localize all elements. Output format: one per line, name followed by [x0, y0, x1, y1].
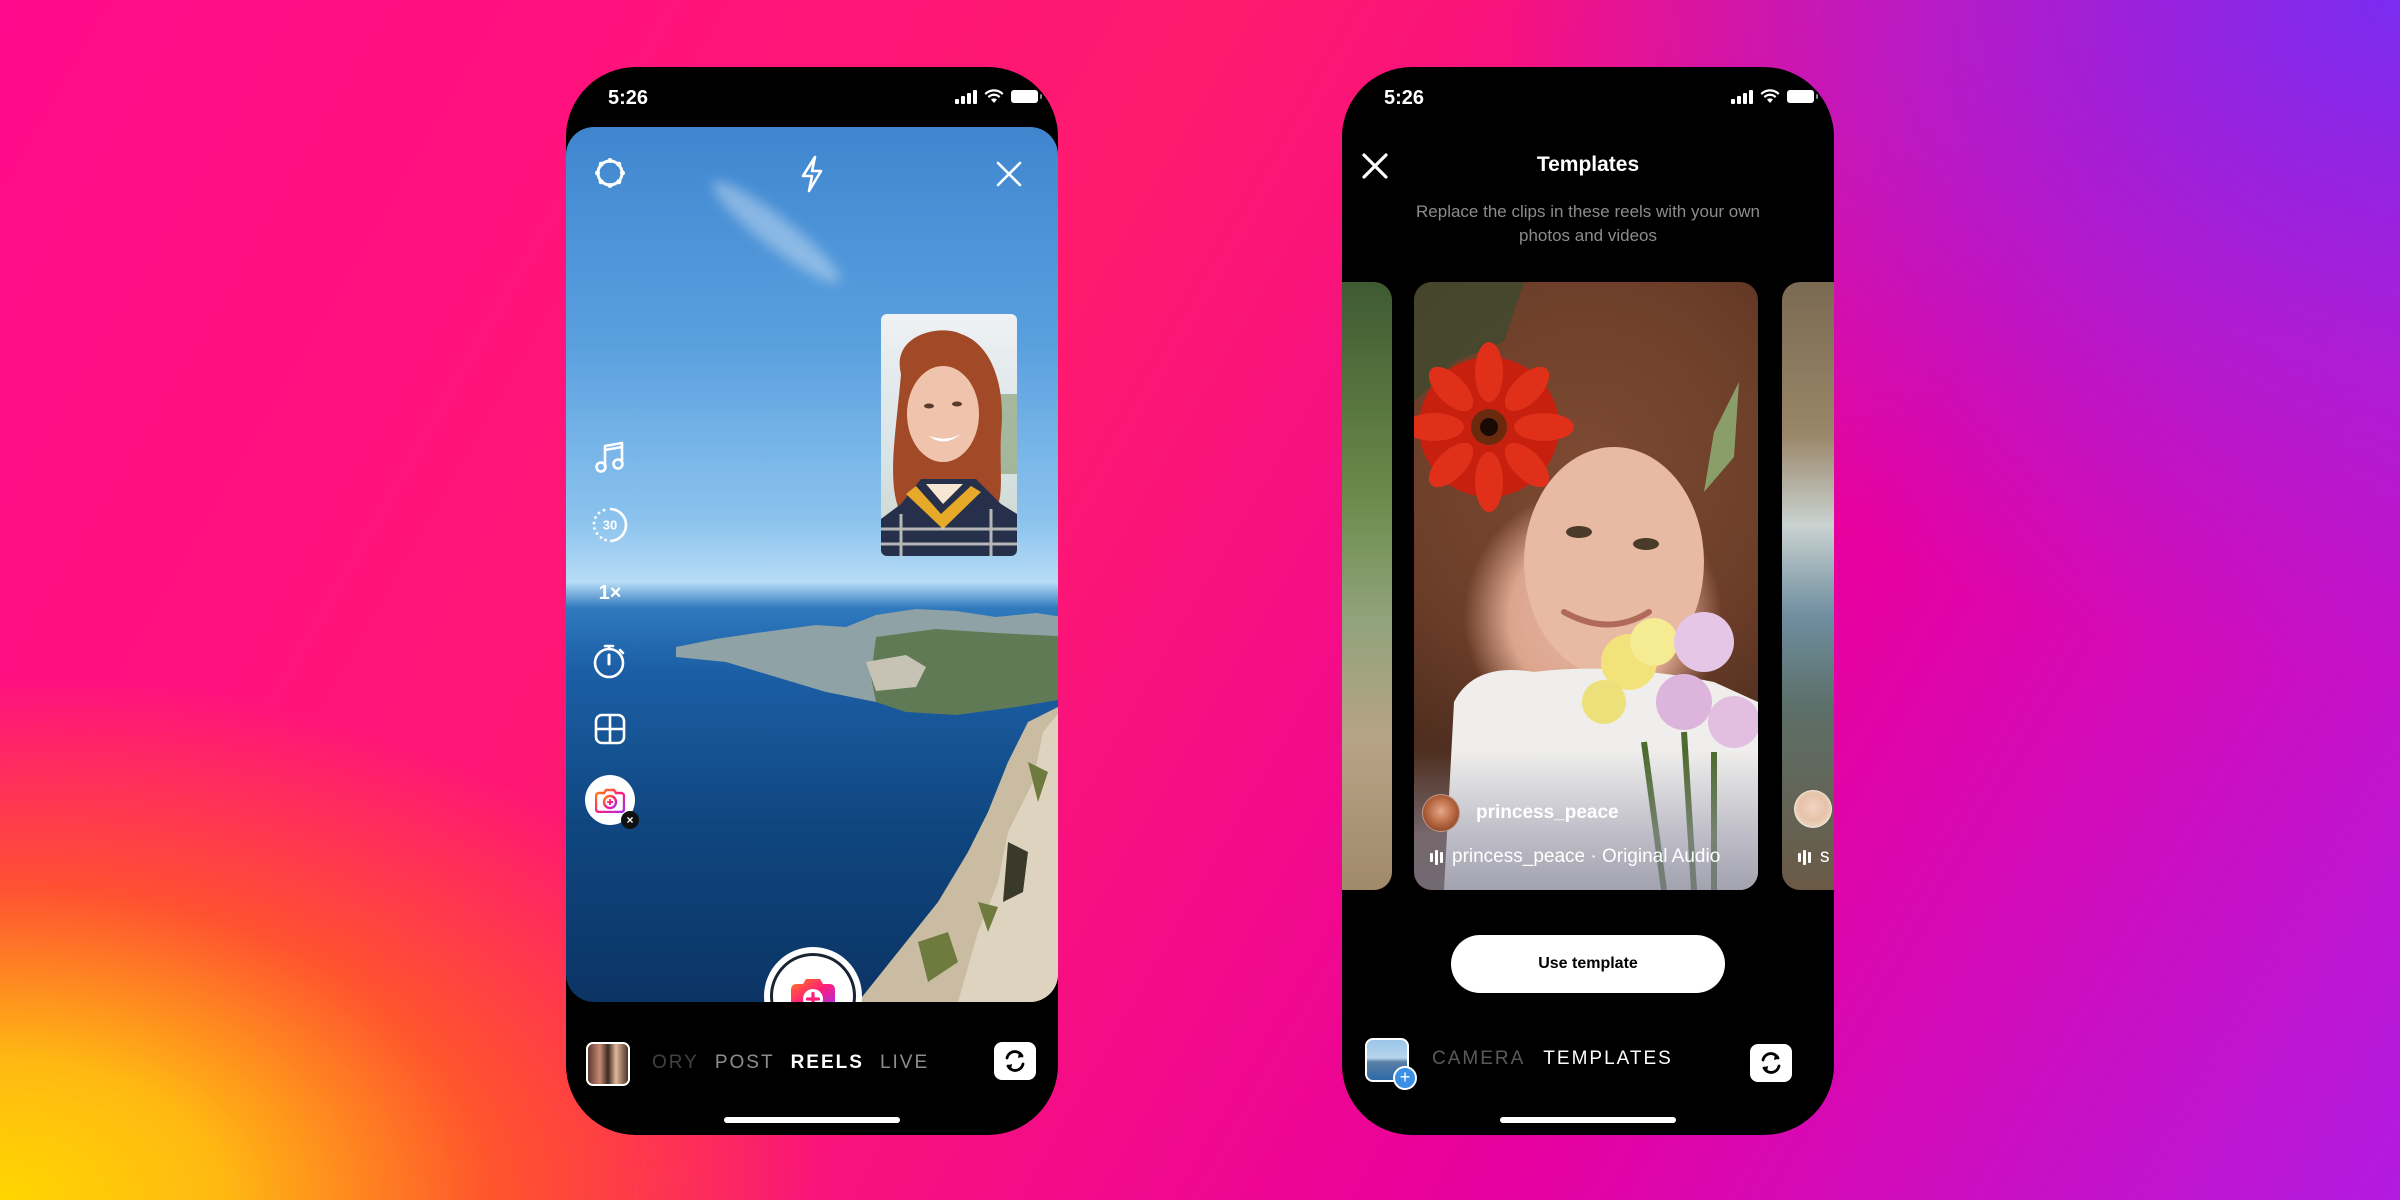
templates-phone: 5:26 Templates Replace the clips in thes… — [1342, 67, 1834, 1135]
mode-tabs: ORY POST REELS LIVE — [652, 1052, 929, 1074]
timer-tool[interactable] — [590, 641, 630, 681]
mode-tabs: CAMERA TEMPLATES — [1432, 1048, 1673, 1070]
tab-post[interactable]: POST — [715, 1052, 775, 1074]
length-tool[interactable]: 30 — [590, 505, 630, 545]
gallery-thumbnail[interactable] — [586, 1042, 630, 1086]
plus-icon: + — [1393, 1066, 1417, 1090]
tab-camera[interactable]: CAMERA — [1432, 1048, 1525, 1070]
camera-viewfinder[interactable]: 30 1× × — [566, 127, 1058, 1002]
tab-templates[interactable]: TEMPLATES — [1543, 1048, 1673, 1070]
audio-wave-icon — [1430, 849, 1443, 865]
wifi-icon — [1760, 89, 1780, 103]
audio-label: s — [1820, 846, 1830, 867]
front-camera-pip[interactable] — [881, 314, 1017, 556]
audio-wave-icon — [1798, 849, 1811, 865]
flash-icon[interactable] — [798, 155, 826, 193]
flip-camera-icon — [1005, 1050, 1025, 1072]
speed-tool[interactable]: 1× — [590, 573, 630, 613]
audio-label: princess_peace · Original Audio — [1452, 846, 1721, 867]
timer-length-icon: 30 — [592, 507, 628, 543]
use-template-button[interactable]: Use template — [1451, 935, 1725, 993]
coastline-cliffs — [676, 609, 1058, 715]
status-time: 5:26 — [608, 87, 649, 109]
signal-icon — [955, 89, 977, 104]
stopwatch-icon — [593, 644, 625, 679]
settings-gear-icon[interactable] — [592, 155, 628, 191]
dual-camera-close-badge[interactable]: × — [621, 811, 639, 829]
camera-plus-icon — [791, 979, 835, 1002]
selfie-person — [881, 330, 1017, 556]
status-bar: 5:26 — [1342, 67, 1834, 127]
home-indicator — [724, 1117, 900, 1123]
tab-live[interactable]: LIVE — [880, 1052, 929, 1074]
template-card[interactable]: princess_peace princess_peace · Original… — [1414, 282, 1758, 890]
flip-camera-button[interactable] — [1750, 1044, 1792, 1082]
tab-reels[interactable]: REELS — [791, 1052, 864, 1074]
status-time: 5:26 — [1384, 87, 1425, 109]
templates-mode-bar: + CAMERA TEMPLATES — [1342, 1002, 1834, 1135]
length-label: 30 — [603, 518, 617, 533]
foreground-rock — [858, 707, 1058, 1002]
template-author[interactable]: princess_peace — [1422, 794, 1619, 832]
wifi-icon — [984, 89, 1004, 103]
status-bar: 5:26 — [566, 67, 1058, 127]
signal-icon — [1731, 89, 1753, 104]
music-note-icon — [595, 441, 624, 473]
template-card-prev[interactable] — [1342, 282, 1392, 890]
home-indicator — [1500, 1117, 1676, 1123]
template-audio[interactable]: princess_peace · Original Audio — [1430, 846, 1720, 868]
dual-camera-button[interactable]: × — [585, 775, 639, 829]
dual-camera-icon — [595, 788, 625, 813]
reels-camera-phone: 5:26 30 1× × ORY POST REELS LIVE — [566, 67, 1058, 1135]
speed-label: 1× — [598, 581, 622, 604]
upload-media-button[interactable]: + — [1365, 1038, 1417, 1090]
author-username[interactable]: princess_peace — [1476, 802, 1619, 824]
close-icon[interactable] — [996, 161, 1022, 187]
template-audio[interactable]: s — [1798, 846, 1830, 868]
flip-camera-button[interactable] — [994, 1042, 1036, 1080]
camera-top-controls — [566, 127, 1058, 207]
avatar[interactable] — [1794, 790, 1832, 828]
battery-icon — [1011, 90, 1042, 103]
template-carousel[interactable]: princess_peace princess_peace · Original… — [1342, 282, 1834, 890]
layout-grid-icon — [594, 713, 626, 745]
tab-story[interactable]: ORY — [652, 1052, 699, 1074]
battery-icon — [1787, 90, 1818, 103]
avatar[interactable] — [1422, 794, 1460, 832]
layout-tool[interactable] — [590, 709, 630, 749]
audio-tool[interactable] — [590, 437, 630, 477]
page-title: Templates — [1536, 153, 1640, 176]
template-card-next[interactable]: s — [1782, 282, 1834, 890]
page-subtitle: Replace the clips in these reels with yo… — [1416, 202, 1760, 245]
flip-camera-icon — [1761, 1052, 1781, 1074]
camera-mode-bar: ORY POST REELS LIVE — [566, 1002, 1058, 1135]
record-shutter-button[interactable] — [764, 947, 862, 1002]
